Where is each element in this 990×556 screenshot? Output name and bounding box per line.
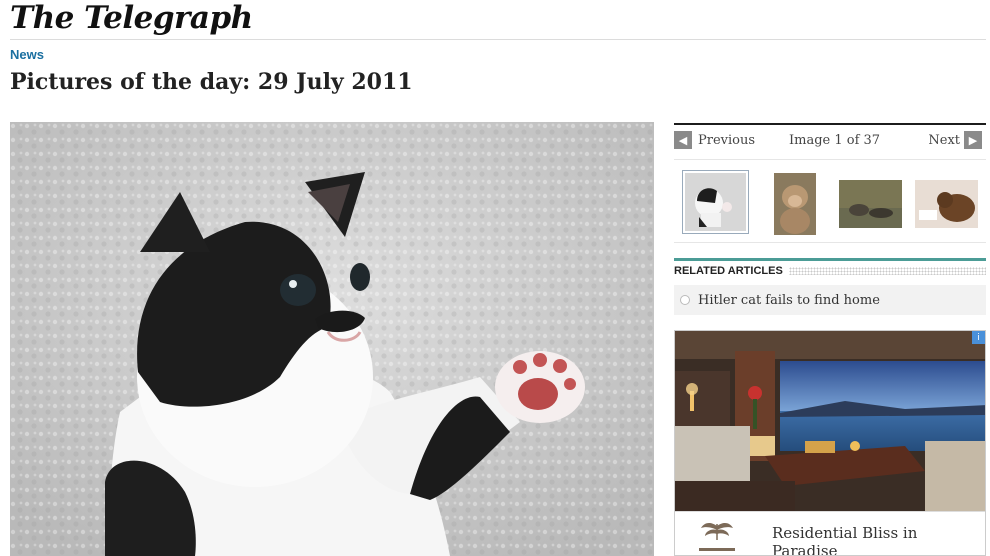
related-articles: RELATED ARTICLES Hitler cat fails to fin… [674, 258, 986, 315]
related-article-link[interactable]: Hitler cat fails to find home [674, 285, 986, 315]
kitten-photo-illustration [10, 122, 654, 556]
ad-info-icon[interactable]: i [972, 331, 985, 344]
section-link-news[interactable]: News [10, 47, 44, 62]
related-article-label[interactable]: Hitler cat fails to find home [698, 293, 880, 308]
ad-footer[interactable]: Residential Bliss in Paradise [675, 511, 985, 555]
thumbnail-wildlife-image [839, 180, 902, 228]
logo-text[interactable]: The Telegraph [10, 0, 253, 36]
page-title: Pictures of the day: 29 July 2011 [10, 69, 413, 95]
thumbnail-monkey-image [774, 173, 816, 235]
chevron-right-icon[interactable]: ▶ [964, 131, 982, 149]
next-label[interactable]: Next [928, 133, 960, 148]
ad-resort-image [675, 331, 985, 513]
related-accent-bar [674, 258, 986, 261]
telegraph-logo[interactable]: The Telegraph [10, 0, 253, 38]
thumbnail-1[interactable] [682, 170, 749, 234]
gallery-nav: ◀ Previous Image 1 of 37 Next ▶ [674, 131, 986, 155]
thumbnail-3[interactable] [839, 180, 902, 228]
thumbnail-2[interactable] [774, 173, 816, 237]
bullet-icon [680, 295, 690, 305]
advertisement[interactable]: i Residential Bliss in Paradise [674, 330, 986, 556]
thumbnail-4[interactable] [915, 180, 978, 228]
main-photo[interactable] [10, 122, 654, 556]
ad-tagline[interactable]: Residential Bliss in Paradise [772, 524, 985, 555]
dotted-divider [788, 266, 986, 275]
chevron-left-icon[interactable]: ◀ [674, 131, 692, 149]
previous-button[interactable]: ◀ Previous [674, 131, 755, 149]
previous-label[interactable]: Previous [698, 133, 755, 148]
related-title: RELATED ARTICLES [674, 264, 783, 277]
thumbnail-cat-image [915, 180, 978, 228]
gallery-panel: ◀ Previous Image 1 of 37 Next ▶ [674, 123, 986, 243]
related-header: RELATED ARTICLES [674, 262, 986, 279]
thumbnail-strip [674, 159, 986, 243]
thumbnail-kitten-image [685, 173, 746, 231]
header-divider [10, 39, 986, 40]
raffles-logo-icon [699, 522, 735, 551]
image-counter: Image 1 of 37 [789, 133, 881, 148]
next-button[interactable]: Next ▶ [928, 131, 982, 149]
